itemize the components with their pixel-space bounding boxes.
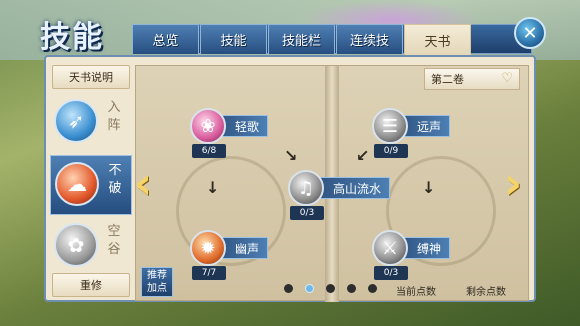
window-title: 技能 [40,20,104,55]
skill-level: 0/3 [374,266,408,280]
tab-skill-bar[interactable]: 技能栏 [268,24,335,54]
scroll-icon: ☰ [372,108,408,144]
next-page-button[interactable]: › [504,158,522,209]
sidebar-item-label: 不破 [108,163,122,196]
tab-combo[interactable]: 连续技 [336,24,403,54]
fire-icon: ✹ [190,230,226,266]
arrow-diagonal-left-icon: ↙ [356,146,370,165]
sidebar-item-konggu[interactable]: ✿ 空谷 [50,217,132,277]
volume-selector[interactable]: 第二卷 ♡ [424,68,520,90]
heart-icon: ♡ [501,71,513,86]
remaining-points-label: 剩余点数 [466,287,506,298]
tab-heavenly-book[interactable]: 天书 [404,24,471,56]
arrow-down-icon: ↓ [422,178,436,197]
recommend-points-button[interactable]: 推荐 加点 [141,267,173,297]
page-dot-active[interactable] [305,284,314,293]
sidebar: 天书说明 ➶ 入阵 ☁ 不破 ✿ 空谷 重修 [50,63,132,298]
harp-icon: ♫ [288,170,324,206]
reset-skills-button[interactable]: 重修 [52,273,130,297]
previous-page-button[interactable]: ‹ [134,158,152,209]
volume-label: 第二卷 [431,73,464,86]
skill-level: 6/8 [192,144,226,158]
arrow-diagonal-right-icon: ↘ [284,146,298,165]
wing-icon: ➶ [54,99,98,143]
tab-overview[interactable]: 总览 [132,24,199,54]
skill-level: 0/9 [374,144,408,158]
cloud-icon: ☁ [55,162,99,206]
arrow-down-icon: ↓ [206,178,220,197]
close-icon: ✕ [522,22,538,44]
page-dot[interactable] [368,284,377,293]
tab-strip: 总览 技能 技能栏 连续技 天书 [132,24,472,56]
close-button[interactable]: ✕ [514,17,546,49]
remaining-points: 剩余点数 [466,283,508,298]
page-indicator [284,284,389,293]
skill-level: 0/3 [290,206,324,220]
current-points-label: 当前点数 [396,287,436,298]
page-dot[interactable] [347,284,356,293]
sidebar-item-label: 入阵 [107,100,121,133]
fan-icon: ❀ [190,108,226,144]
page-dot[interactable] [284,284,293,293]
sidebar-item-rujin[interactable]: ➶ 入阵 [50,93,132,153]
book-info-button[interactable]: 天书说明 [52,65,130,89]
lotus-icon: ✿ [54,223,98,267]
page-dot[interactable] [326,284,335,293]
current-points: 当前点数 [396,283,438,298]
skill-level: 7/7 [192,266,226,280]
sidebar-item-bupo[interactable]: ☁ 不破 [50,155,132,215]
blade-icon: ⚔ [372,230,408,266]
tab-skills[interactable]: 技能 [200,24,267,54]
sidebar-item-label: 空谷 [107,224,121,257]
